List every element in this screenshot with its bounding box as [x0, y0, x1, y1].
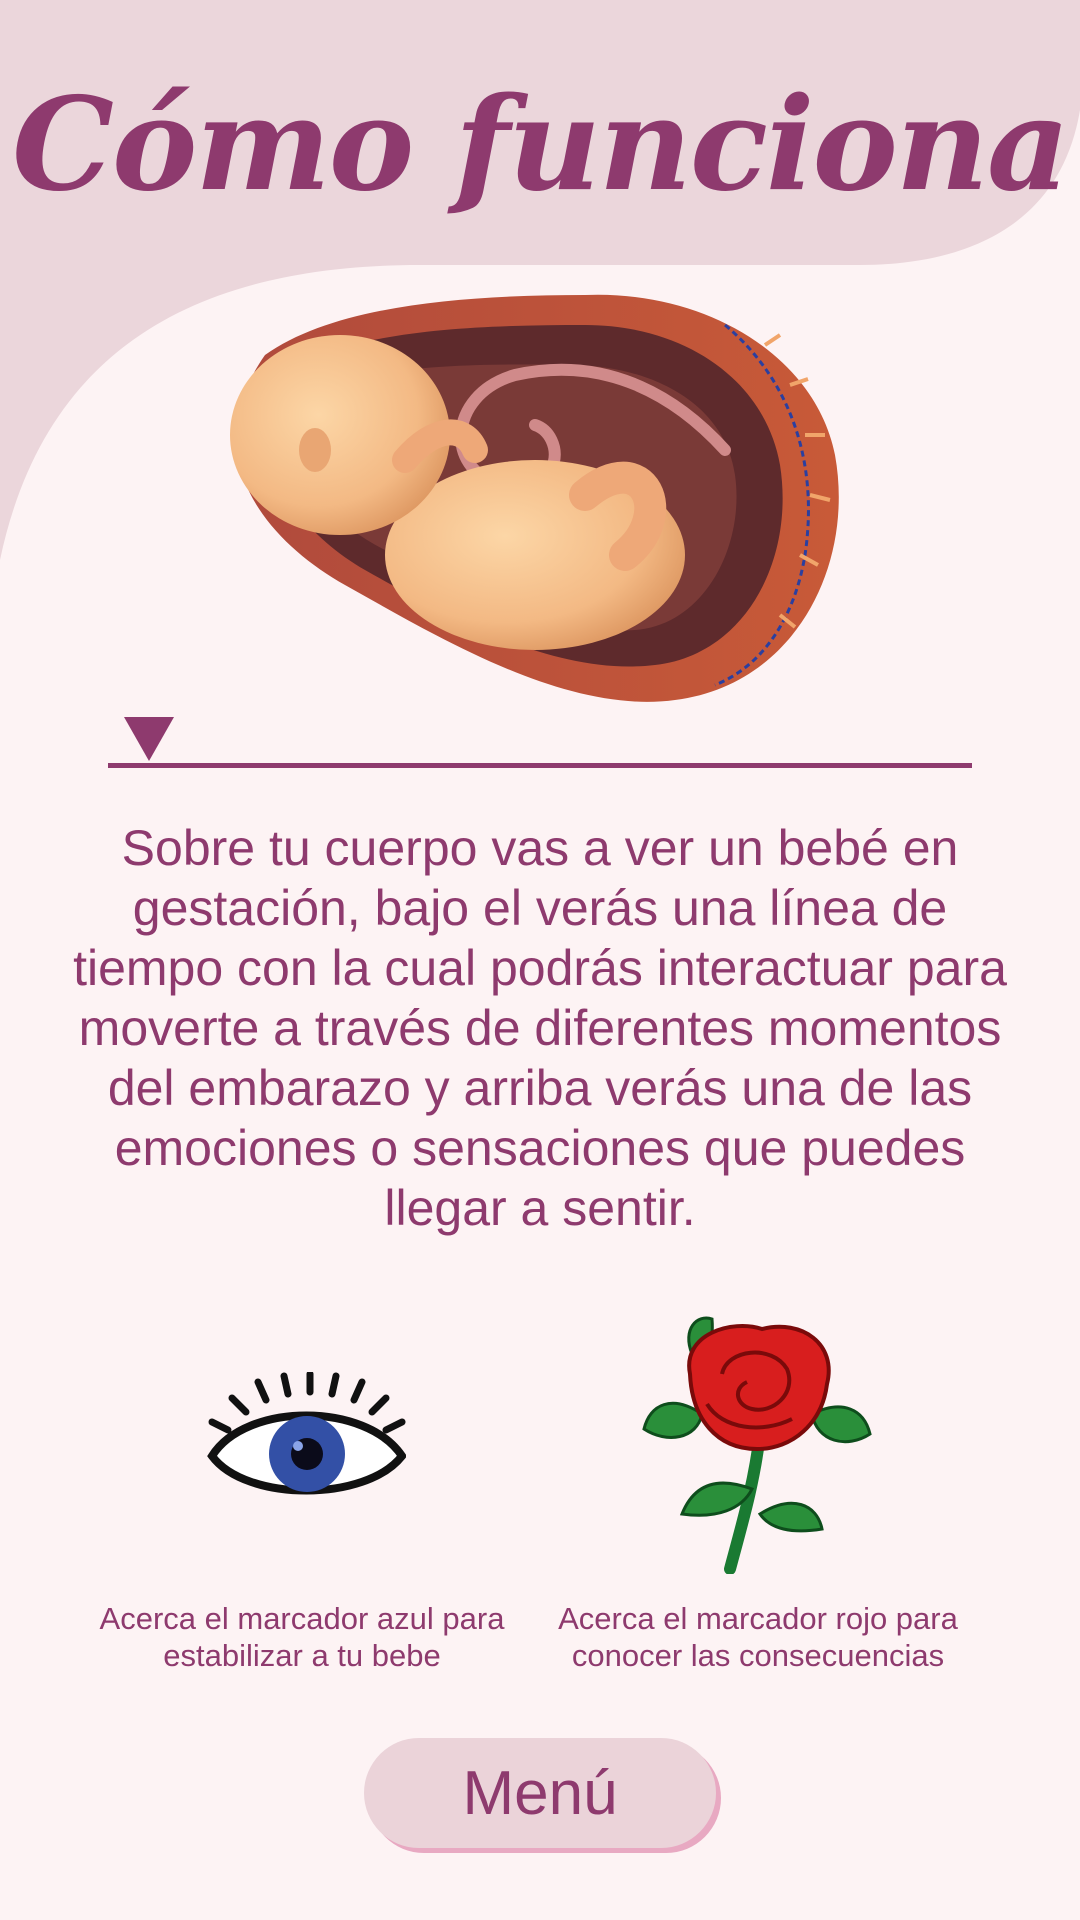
menu-button[interactable]: Menú — [364, 1738, 716, 1848]
instructions-text: Sobre tu cuerpo vas a ver un bebé en ges… — [73, 820, 1007, 1236]
timeline-marker-icon[interactable] — [124, 717, 174, 761]
embryo-illustration — [230, 294, 839, 702]
menu-button-label: Menú — [462, 1758, 618, 1828]
eye-marker-icon — [207, 1372, 406, 1495]
eye-marker-caption: Acerca el marcador azul para estabilizar… — [99, 1601, 505, 1673]
rose-marker-icon — [642, 1316, 872, 1574]
rose-marker-caption: Acerca el marcador rojo para conocer las… — [558, 1601, 958, 1673]
page-title: Cómo funciona — [12, 70, 1070, 220]
timeline-track[interactable] — [108, 763, 972, 768]
